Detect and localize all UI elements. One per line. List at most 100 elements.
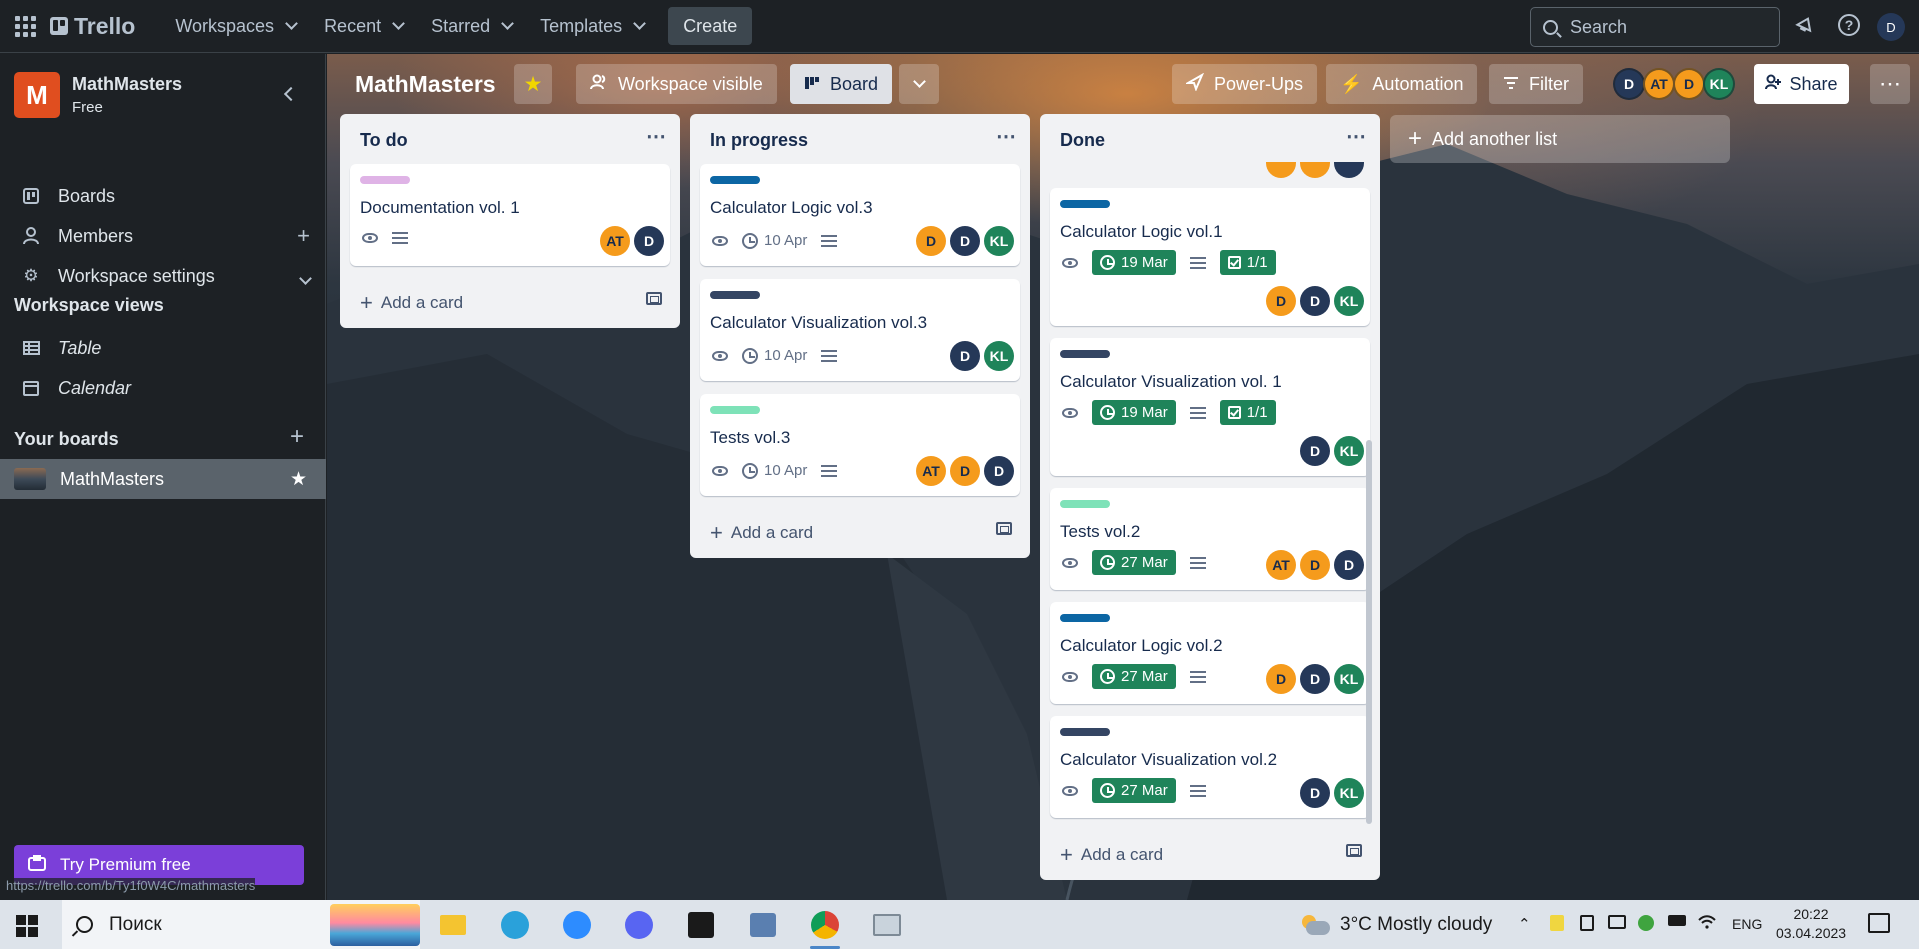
due-date-badge[interactable]: 19 Mar bbox=[1092, 250, 1176, 275]
avatar[interactable]: AT bbox=[916, 456, 946, 486]
avatar[interactable]: D bbox=[1613, 68, 1645, 100]
card-label[interactable] bbox=[1060, 614, 1110, 622]
sidebar-item-calendar[interactable]: Calendar bbox=[0, 368, 326, 408]
help-icon[interactable]: ? bbox=[1838, 14, 1860, 36]
avatar[interactable]: AT bbox=[1643, 68, 1675, 100]
avatar[interactable]: KL bbox=[984, 226, 1014, 256]
card-label[interactable] bbox=[1060, 500, 1110, 508]
wifi-icon[interactable] bbox=[1698, 915, 1716, 933]
due-date-badge[interactable]: 27 Mar bbox=[1092, 550, 1176, 575]
avatar[interactable]: KL bbox=[984, 341, 1014, 371]
create-button[interactable]: Create bbox=[668, 7, 753, 45]
card-label[interactable] bbox=[710, 291, 760, 299]
sidebar-item-boards[interactable]: Boards bbox=[0, 176, 326, 216]
due-date-badge[interactable]: 10 Apr bbox=[742, 462, 807, 479]
tray-monitor-icon[interactable] bbox=[1608, 915, 1626, 929]
avatar[interactable]: D bbox=[950, 456, 980, 486]
add-card-button[interactable]: + Add a card bbox=[710, 520, 813, 546]
list-title[interactable]: Done bbox=[1060, 130, 1105, 151]
views-dropdown-button[interactable] bbox=[899, 64, 939, 104]
avatar[interactable]: D bbox=[1266, 664, 1296, 694]
avatar[interactable]: KL bbox=[1334, 778, 1364, 808]
avatar[interactable]: AT bbox=[600, 226, 630, 256]
trello-logo[interactable]: Trello bbox=[50, 13, 135, 40]
image-viewer-icon[interactable] bbox=[870, 908, 904, 942]
sidebar-item-table[interactable]: Table bbox=[0, 328, 326, 368]
card-label[interactable] bbox=[1060, 728, 1110, 736]
card[interactable]: Calculator Logic vol.3 10 Apr D D KL bbox=[700, 164, 1020, 266]
card-label[interactable] bbox=[710, 406, 760, 414]
recent-menu[interactable]: Recent bbox=[310, 7, 417, 45]
due-date-badge[interactable]: 27 Mar bbox=[1092, 778, 1176, 803]
power-ups-button[interactable]: Power-Ups bbox=[1172, 64, 1318, 104]
telegram-icon[interactable] bbox=[498, 908, 532, 942]
network-app-icon[interactable] bbox=[746, 908, 780, 942]
due-date-badge[interactable]: 10 Apr bbox=[742, 347, 807, 364]
avatar[interactable]: D bbox=[1266, 286, 1296, 316]
add-card-button[interactable]: + Add a card bbox=[360, 290, 463, 316]
file-explorer-icon[interactable] bbox=[436, 908, 470, 942]
card[interactable]: Tests vol.2 27 Mar AT D D bbox=[1050, 488, 1370, 590]
collapse-sidebar-icon[interactable] bbox=[280, 85, 298, 103]
avatar[interactable]: D bbox=[634, 226, 664, 256]
chrome-icon[interactable] bbox=[808, 908, 842, 942]
avatar[interactable]: D bbox=[1300, 664, 1330, 694]
avatar[interactable]: KL bbox=[1334, 286, 1364, 316]
board-view-button[interactable]: Board bbox=[790, 64, 893, 104]
list-menu-icon[interactable]: ⋯ bbox=[646, 124, 666, 149]
avatar[interactable]: D bbox=[1300, 778, 1330, 808]
weather-widget[interactable]: 3°C Mostly cloudy bbox=[1300, 900, 1492, 949]
avatar[interactable]: D bbox=[1300, 436, 1330, 466]
avatar[interactable]: D bbox=[950, 341, 980, 371]
board-title[interactable]: MathMasters bbox=[355, 71, 496, 98]
avatar[interactable]: D bbox=[916, 226, 946, 256]
avatar[interactable]: KL bbox=[1703, 68, 1735, 100]
list-menu-icon[interactable]: ⋯ bbox=[996, 124, 1016, 149]
user-avatar[interactable]: D bbox=[1877, 13, 1905, 41]
card[interactable]: Calculator Visualization vol.2 27 Mar D … bbox=[1050, 716, 1370, 818]
avatar[interactable]: AT bbox=[1266, 550, 1296, 580]
share-button[interactable]: Share bbox=[1754, 64, 1849, 104]
starred-menu[interactable]: Starred bbox=[417, 7, 526, 45]
create-from-template-icon[interactable] bbox=[1346, 844, 1362, 857]
adobe-reader-icon[interactable] bbox=[684, 908, 718, 942]
due-date-badge[interactable]: 27 Mar bbox=[1092, 664, 1176, 689]
avatar[interactable]: KL bbox=[1334, 436, 1364, 466]
avatar[interactable]: D bbox=[984, 456, 1014, 486]
clock[interactable]: 20:22 03.04.2023 bbox=[1776, 905, 1846, 943]
templates-menu[interactable]: Templates bbox=[526, 7, 658, 45]
card[interactable]: Calculator Visualization vol.3 10 Apr D … bbox=[700, 279, 1020, 381]
list-scrollbar[interactable] bbox=[1366, 440, 1372, 824]
windows-start-icon[interactable] bbox=[16, 915, 38, 937]
add-card-button[interactable]: + Add a card bbox=[1060, 842, 1163, 868]
sidebar-item-workspace-settings[interactable]: ⚙ Workspace settings bbox=[0, 256, 326, 296]
list-title[interactable]: In progress bbox=[710, 130, 808, 151]
add-member-icon[interactable]: + bbox=[297, 223, 310, 249]
notification-center-icon[interactable] bbox=[1868, 913, 1890, 933]
card-label[interactable] bbox=[710, 176, 760, 184]
search-input[interactable]: Search bbox=[1530, 7, 1780, 47]
automation-button[interactable]: ⚡ Automation bbox=[1326, 64, 1478, 104]
star-board-button[interactable]: ★ bbox=[514, 64, 552, 104]
due-date-badge[interactable]: 10 Apr bbox=[742, 232, 807, 249]
card[interactable]: Calculator Logic vol.2 27 Mar D D KL bbox=[1050, 602, 1370, 704]
language-indicator[interactable]: ENG bbox=[1732, 916, 1762, 932]
notifications-icon[interactable] bbox=[1794, 14, 1816, 42]
sidebar-item-members[interactable]: Members + bbox=[0, 216, 326, 256]
battery-icon[interactable] bbox=[1668, 915, 1686, 926]
card[interactable]: Tests vol.3 10 Apr AT D D bbox=[700, 394, 1020, 496]
card-label[interactable] bbox=[1060, 350, 1110, 358]
filter-button[interactable]: Filter bbox=[1489, 64, 1583, 104]
avatar[interactable]: D bbox=[1300, 550, 1330, 580]
visibility-button[interactable]: Workspace visible bbox=[576, 64, 777, 104]
add-board-icon[interactable]: + bbox=[290, 423, 304, 451]
tray-security-icon[interactable] bbox=[1638, 915, 1654, 931]
card[interactable]: Calculator Logic vol.1 19 Mar 1/1 D D KL bbox=[1050, 188, 1370, 326]
discord-icon[interactable] bbox=[622, 908, 656, 942]
chevron-down-icon[interactable] bbox=[297, 263, 312, 289]
list-menu-icon[interactable]: ⋯ bbox=[1346, 124, 1366, 149]
app-switcher-icon[interactable] bbox=[14, 15, 36, 37]
board-menu-button[interactable]: ⋯ bbox=[1870, 64, 1910, 104]
avatar[interactable]: D bbox=[1300, 286, 1330, 316]
list-title[interactable]: To do bbox=[360, 130, 408, 151]
